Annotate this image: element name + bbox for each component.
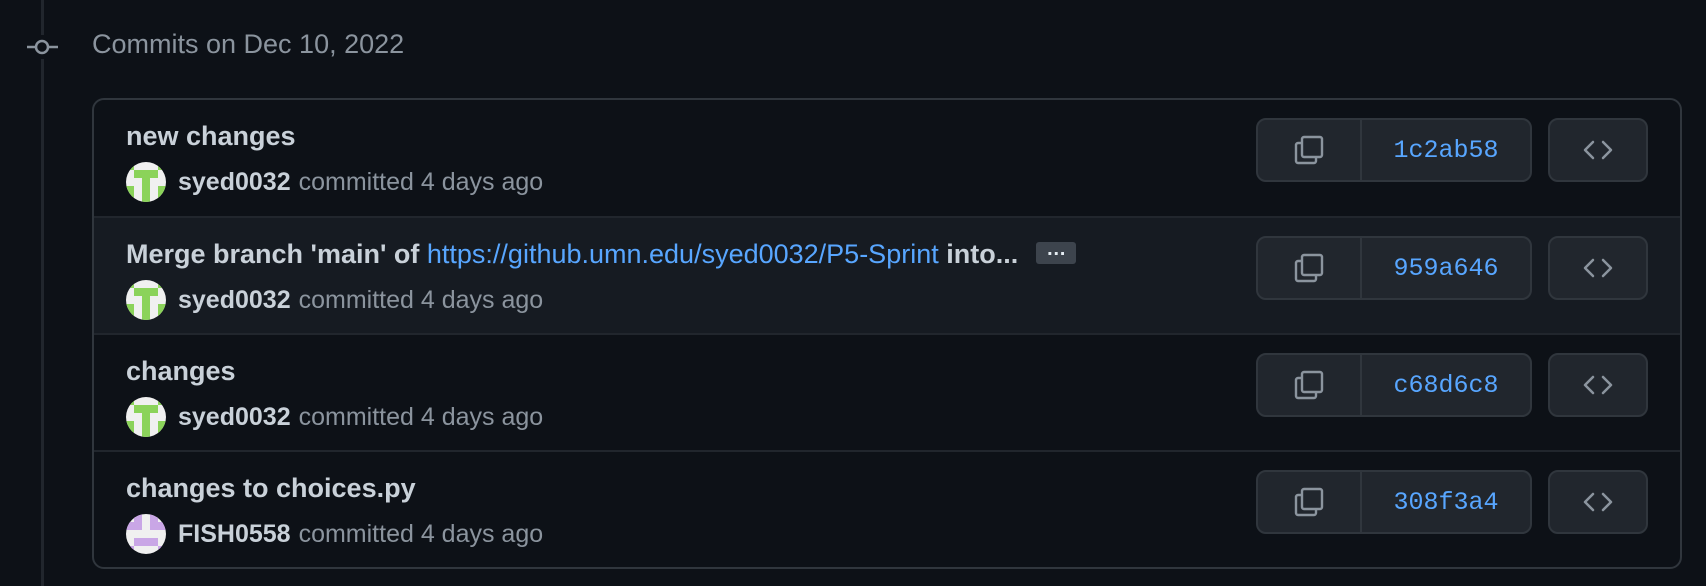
commit-sha-link[interactable]: 308f3a4 bbox=[1362, 472, 1530, 532]
commit-group-title: Commits on Dec 10, 2022 bbox=[92, 29, 405, 59]
copy-icon bbox=[1294, 253, 1324, 283]
copy-sha-button[interactable] bbox=[1258, 120, 1362, 180]
commit-meta: syed0032 committed 4 days ago bbox=[126, 397, 543, 437]
commit-time: committed 4 days ago bbox=[298, 285, 544, 314]
commit-actions: 308f3a4 bbox=[1256, 470, 1648, 534]
commit-title-link[interactable]: changes bbox=[126, 353, 236, 389]
commit-title-link[interactable]: changes to choices.py bbox=[126, 470, 416, 506]
sha-button-group: 959a646 bbox=[1256, 236, 1532, 300]
commit-row: new changes syed0032 committed 4 days ag… bbox=[94, 100, 1680, 216]
code-icon bbox=[1583, 492, 1613, 512]
commit-actions: 1c2ab58 bbox=[1256, 118, 1648, 182]
code-icon bbox=[1583, 375, 1613, 395]
commit-actions: c68d6c8 bbox=[1256, 353, 1648, 417]
commit-author-link[interactable]: syed0032 bbox=[178, 403, 291, 432]
browse-repo-button[interactable] bbox=[1548, 470, 1648, 534]
sha-button-group: c68d6c8 bbox=[1256, 353, 1532, 417]
sha-button-group: 308f3a4 bbox=[1256, 470, 1532, 534]
copy-sha-button[interactable] bbox=[1258, 355, 1362, 415]
commit-row: changes syed0032 committed 4 days ago c6… bbox=[94, 333, 1680, 450]
avatar[interactable] bbox=[126, 397, 166, 437]
copy-icon bbox=[1294, 487, 1324, 517]
commit-meta: FISH0558 committed 4 days ago bbox=[126, 514, 543, 554]
code-icon bbox=[1583, 258, 1613, 278]
commits-page: Commits on Dec 10, 2022 new changes syed… bbox=[0, 0, 1706, 586]
commit-sha-link[interactable]: c68d6c8 bbox=[1362, 355, 1530, 415]
browse-repo-button[interactable] bbox=[1548, 118, 1648, 182]
commit-row: changes to choices.py FISH0558 committed… bbox=[94, 450, 1680, 567]
commit-time: committed 4 days ago bbox=[298, 167, 544, 196]
commit-author-link[interactable]: syed0032 bbox=[178, 168, 291, 197]
copy-sha-button[interactable] bbox=[1258, 238, 1362, 298]
avatar[interactable] bbox=[126, 162, 166, 202]
copy-icon bbox=[1294, 135, 1324, 165]
commit-title-link[interactable]: new changes bbox=[126, 118, 296, 154]
sha-button-group: 1c2ab58 bbox=[1256, 118, 1532, 182]
browse-repo-button[interactable] bbox=[1548, 236, 1648, 300]
commit-title: Merge branch 'main' of https://github.um… bbox=[126, 236, 1077, 272]
commit-sha-link[interactable]: 959a646 bbox=[1362, 238, 1530, 298]
copy-icon bbox=[1294, 370, 1324, 400]
commit-title-prefix[interactable]: Merge branch 'main' of bbox=[126, 239, 427, 269]
code-icon bbox=[1583, 140, 1613, 160]
commit-list: new changes syed0032 committed 4 days ag… bbox=[92, 98, 1682, 569]
avatar[interactable] bbox=[126, 280, 166, 320]
copy-sha-button[interactable] bbox=[1258, 472, 1362, 532]
commit-author-link[interactable]: syed0032 bbox=[178, 286, 291, 315]
commit-time: committed 4 days ago bbox=[298, 519, 544, 548]
timeline-line bbox=[41, 0, 44, 586]
expand-message-button[interactable]: … bbox=[1036, 239, 1077, 264]
git-commit-icon bbox=[27, 35, 59, 59]
browse-repo-button[interactable] bbox=[1548, 353, 1648, 417]
commit-meta: syed0032 committed 4 days ago bbox=[126, 280, 543, 320]
commit-meta: syed0032 committed 4 days ago bbox=[126, 162, 543, 202]
commit-sha-link[interactable]: 1c2ab58 bbox=[1362, 120, 1530, 180]
commit-actions: 959a646 bbox=[1256, 236, 1648, 300]
commit-row: Merge branch 'main' of https://github.um… bbox=[94, 216, 1680, 333]
avatar[interactable] bbox=[126, 514, 166, 554]
commit-time: committed 4 days ago bbox=[298, 402, 544, 431]
commit-title-suffix[interactable]: into... bbox=[939, 239, 1018, 269]
commit-title-url-link[interactable]: https://github.umn.edu/syed0032/P5-Sprin… bbox=[427, 239, 939, 269]
commit-author-link[interactable]: FISH0558 bbox=[178, 520, 291, 549]
